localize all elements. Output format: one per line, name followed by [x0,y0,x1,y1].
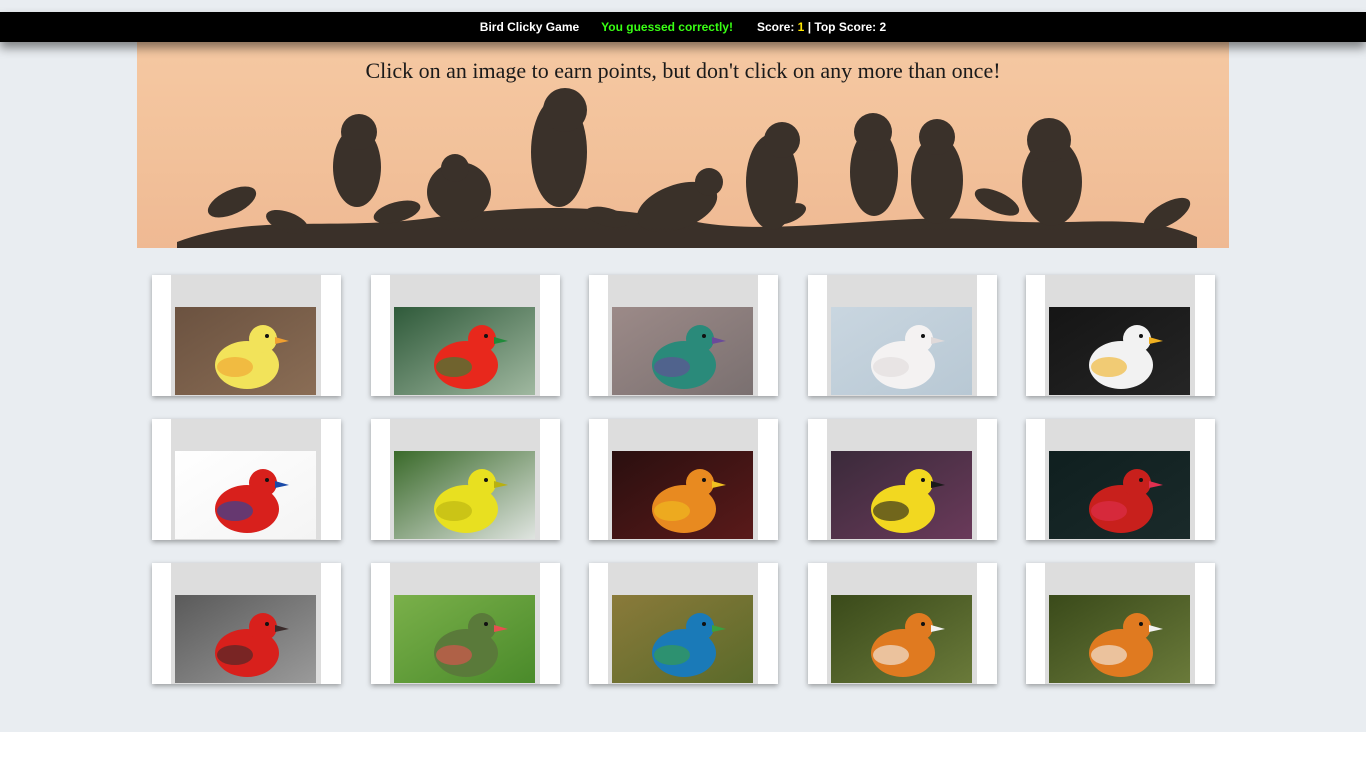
bird-card-cardinal[interactable] [152,563,341,684]
mandarin-duck-2-photo[interactable] [1049,595,1190,683]
king-parrot-photo[interactable] [394,307,535,395]
weaver-photo[interactable] [831,451,972,539]
guess-status-message: You guessed correctly! [601,20,733,34]
mandarin-duck-photo[interactable] [831,595,972,683]
macaw-photo[interactable] [175,451,316,539]
bird-card-macaw[interactable] [152,419,341,540]
red-bird-flowers-photo[interactable] [1049,451,1190,539]
top-navbar: Bird Clicky Game You guessed correctly! … [0,12,1366,42]
game-instructions: Click on an image to earn points, but do… [365,58,1001,83]
top-score-value: 2 [879,20,887,34]
golden-pheasant-photo[interactable] [612,451,753,539]
bird-card-hummingbird[interactable] [589,275,778,396]
hero-banner: Click on an image to earn points, but do… [137,42,1229,248]
yellow-bird-flying-photo[interactable] [394,451,535,539]
bird-card-red-bird-flowers[interactable] [1026,419,1215,540]
duckling-photo[interactable] [175,307,316,395]
bird-card-peacock[interactable] [589,563,778,684]
dove-photo[interactable] [831,307,972,395]
bird-card-hummingbird-feeder[interactable] [371,563,560,684]
score-label: Score: [756,20,798,34]
bird-card-weaver[interactable] [808,419,997,540]
hummingbird-feeder-photo[interactable] [394,595,535,683]
cardinal-photo[interactable] [175,595,316,683]
brand-link[interactable]: Bird Clicky Game [480,20,579,34]
bird-card-dove[interactable] [808,275,997,396]
bird-card-king-parrot[interactable] [371,275,560,396]
peacock-photo[interactable] [612,595,753,683]
bird-card-mandarin-duck[interactable] [808,563,997,684]
score-display: Score: 1 | Top Score: 2 [757,20,886,34]
bird-card-golden-pheasant[interactable] [589,419,778,540]
hummingbird-photo[interactable] [612,307,753,395]
bald-eagle-photo[interactable] [1049,307,1190,395]
bird-card-duckling[interactable] [152,275,341,396]
bird-card-bald-eagle[interactable] [1026,275,1215,396]
top-score-label: Top Score: [814,20,880,34]
bird-card-yellow-bird-flying[interactable] [371,419,560,540]
bird-card-mandarin-duck-2[interactable] [1026,563,1215,684]
score-separator: | [804,20,815,34]
